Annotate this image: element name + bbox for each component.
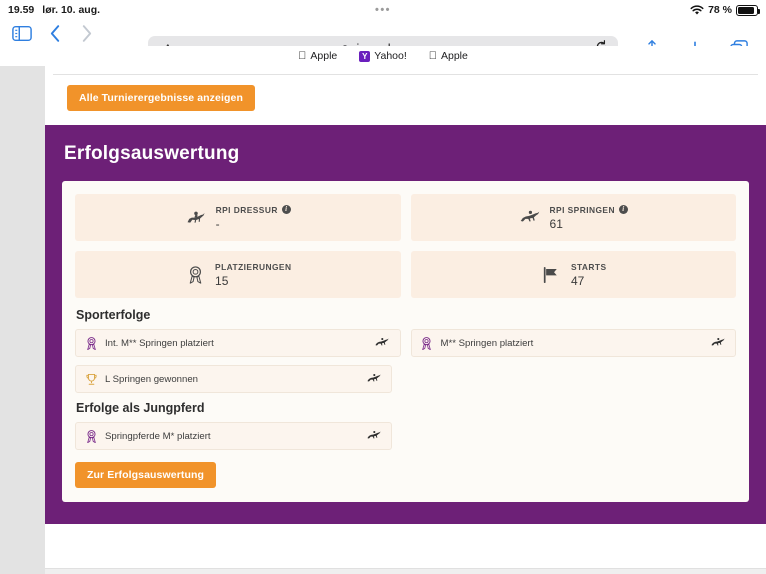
dressage-horse-icon — [185, 207, 207, 229]
bookmarks-bar:  Apple Y Yahoo!  Apple — [0, 46, 766, 66]
rosette-icon — [84, 429, 98, 443]
achievement-item[interactable]: M** Springen platziert — [410, 329, 736, 357]
stat-value: 61 — [549, 216, 563, 231]
stat-label: RPI SPRINGEN i — [550, 205, 628, 215]
jumping-horse-icon — [519, 207, 541, 229]
chevron-left-icon[interactable] — [50, 24, 61, 43]
jumping-horse-icon — [374, 337, 391, 349]
trophy-icon — [84, 372, 98, 386]
flag-icon — [540, 264, 562, 286]
achievement-row: L Springen gewonnen — [75, 365, 736, 393]
page-content: Alle Turnierergebnisse anzeigen Erfolgsa… — [45, 66, 766, 574]
show-all-tournament-results-button[interactable]: Alle Turnierergebnisse anzeigen — [67, 85, 255, 111]
rosette-icon — [184, 264, 206, 286]
info-icon[interactable]: i — [281, 205, 291, 214]
apple-icon:  — [429, 50, 437, 62]
stat-label: RPI DRESSUR i — [216, 205, 291, 215]
stat-tile-rpi-springen: RPI SPRINGEN i 61 — [410, 194, 736, 241]
status-bar: 19.59 lør. 10. aug. ••• 78 % — [0, 0, 766, 20]
stat-tile-rpi-dressur: RPI DRESSUR i - — [75, 194, 401, 241]
apple-icon:  — [298, 50, 306, 62]
bookmark-label: Yahoo! — [370, 50, 407, 62]
stat-value: 47 — [570, 273, 585, 288]
bookmark-yahoo[interactable]: Y Yahoo! — [359, 50, 407, 62]
section-divider — [53, 74, 758, 75]
status-dots: ••• — [374, 3, 392, 16]
achievement-item[interactable]: L Springen gewonnen — [75, 365, 392, 393]
page-top-section: Alle Turnierergebnisse anzeigen — [45, 66, 766, 125]
status-bar-right: 78 % — [690, 4, 761, 16]
bookmark-label: Apple — [306, 50, 337, 62]
info-icon[interactable]: i — [618, 205, 628, 214]
stats-card: RPI DRESSUR i - RPI SPRINGEN i 61 PLATZI… — [62, 181, 749, 502]
stat-value: - — [215, 216, 220, 231]
web-page-viewport: Alle Turnierergebnisse anzeigen Erfolgsa… — [0, 66, 766, 574]
page-footer — [45, 568, 766, 574]
achievement-item[interactable]: Springpferde M* platziert — [75, 422, 392, 450]
section-title-sporterfolge: Sporterfolge — [76, 308, 151, 322]
stats-row-2: PLATZIERUNGEN 15 STARTS 47 — [75, 251, 736, 298]
achievement-label: Springpferde M* platziert — [105, 430, 211, 442]
erfolgsauswertung-panel: Erfolgsauswertung RPI DRESSUR i - RPI SP… — [45, 125, 766, 524]
jumping-horse-icon — [365, 373, 382, 385]
stats-row-1: RPI DRESSUR i - RPI SPRINGEN i 61 — [75, 194, 736, 241]
chevron-right-icon[interactable] — [81, 24, 92, 43]
top-button-wrap: Alle Turnierergebnisse anzeigen — [45, 85, 766, 125]
ipad-safari-screen: 19.59 lør. 10. aug. ••• 78 % Apple Y Yah… — [0, 0, 766, 574]
section-title-jungpferd: Erfolge als Jungpferd — [76, 401, 205, 415]
jumping-horse-icon — [365, 430, 382, 442]
achievement-row: Int. M** Springen platziert M** Springen… — [75, 329, 736, 357]
stat-label: STARTS — [570, 261, 607, 272]
achievement-label: L Springen gewonnen — [105, 373, 198, 385]
achievement-label: Int. M** Springen platziert — [105, 337, 214, 349]
jumping-horse-icon — [709, 337, 726, 349]
battery-percent: 78 % — [708, 4, 732, 16]
battery-icon — [736, 4, 761, 16]
achievement-item[interactable]: Int. M** Springen platziert — [75, 329, 401, 357]
rosette-icon — [84, 336, 98, 350]
yahoo-icon: Y — [359, 50, 371, 62]
sidebar-icon[interactable] — [12, 25, 32, 42]
stat-label: PLATZIERUNGEN — [215, 261, 292, 272]
page-left-gutter — [0, 66, 45, 574]
bookmark-apple-2[interactable]:  Apple — [429, 50, 468, 62]
achievement-row: Springpferde M* platziert — [75, 422, 736, 450]
page-bottom-white — [45, 524, 766, 568]
rosette-icon — [420, 336, 434, 350]
page-title: Erfolgsauswertung — [64, 143, 240, 164]
achievement-label: M** Springen platziert — [440, 337, 534, 349]
stat-value: 15 — [215, 273, 229, 288]
stat-tile-starts: STARTS 47 — [410, 251, 736, 298]
bookmark-label: Apple — [432, 50, 468, 62]
stat-tile-platzierungen: PLATZIERUNGEN 15 — [75, 251, 401, 298]
browser-toolbar: AA rimondo.com — [0, 20, 766, 62]
bottom-button-wrap: Zur Erfolgsauswertung — [75, 462, 736, 488]
wifi-icon — [690, 4, 704, 16]
bookmark-apple-1[interactable]:  Apple — [298, 50, 337, 62]
go-to-erfolgsauswertung-button[interactable]: Zur Erfolgsauswertung — [75, 462, 217, 488]
